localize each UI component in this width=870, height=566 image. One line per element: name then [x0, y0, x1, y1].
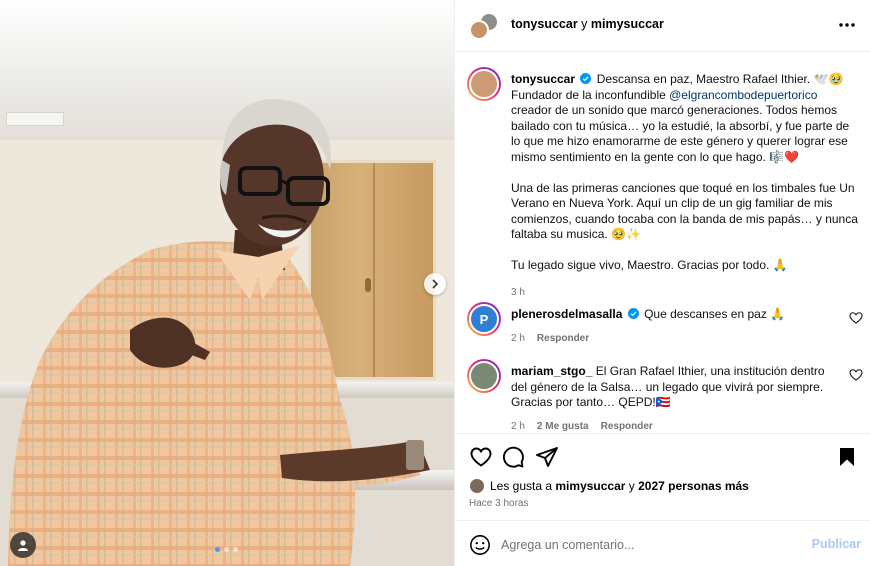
collab-avatars[interactable] [469, 12, 499, 42]
carousel-next-button[interactable] [424, 273, 446, 295]
carousel-dot [233, 547, 238, 552]
avatar[interactable]: P [467, 302, 501, 336]
likes-middle: y [625, 479, 639, 493]
mention-link[interactable]: @elgrancombodepuertorico [669, 88, 817, 102]
chevron-right-icon [432, 279, 439, 289]
emoji-icon[interactable] [469, 534, 491, 556]
add-comment-bar: Publicar [455, 520, 870, 566]
heart-icon[interactable] [849, 368, 863, 382]
post-header: tonysuccar y mimysuccar [455, 0, 870, 52]
carousel-indicator [215, 547, 238, 552]
reply-button[interactable]: Responder [601, 419, 653, 434]
author-connector: y [577, 17, 591, 31]
caption-paragraph3: Tu legado sigue vivo, Maestro. Gracias p… [511, 258, 788, 272]
avatar[interactable] [469, 20, 489, 40]
likes-count[interactable]: 2027 personas más [638, 479, 749, 493]
reply-button[interactable]: Responder [537, 331, 589, 347]
post-photo[interactable] [0, 0, 454, 566]
caption-username[interactable]: tonysuccar [511, 72, 575, 86]
bookmark-icon[interactable] [835, 445, 859, 469]
user-tag-icon [18, 540, 28, 551]
comment-input[interactable] [501, 534, 801, 556]
comment-username[interactable]: mariam_stgo_ [511, 364, 592, 378]
post-authors: tonysuccar y mimysuccar [511, 17, 664, 31]
tagged-users-button[interactable] [10, 532, 36, 558]
comment-time: 2 h [511, 332, 525, 344]
heart-icon[interactable] [849, 311, 863, 325]
caption-timestamp: 3 h [511, 287, 525, 298]
photo-person-illustration [8, 99, 430, 566]
comment-text: Que descanses en paz 🙏 [644, 307, 786, 321]
avatar [469, 478, 485, 494]
post-actions [455, 433, 870, 477]
avatar[interactable] [467, 67, 501, 101]
caption-paragraph2: Una de las primeras canciones que toqué … [511, 180, 858, 242]
author-username[interactable]: mimysuccar [591, 17, 664, 31]
carousel-dot [224, 547, 229, 552]
comment-icon[interactable] [501, 445, 525, 469]
heart-icon[interactable] [469, 445, 493, 469]
avatar[interactable] [467, 359, 501, 393]
likes-summary[interactable]: Les gusta a mimysuccar y 2027 personas m… [469, 478, 749, 494]
comment-username[interactable]: plenerosdelmasalla [511, 307, 622, 321]
post-sidebar: tonysuccar y mimysuccar tonysuccar Desca… [454, 0, 870, 566]
share-icon[interactable] [535, 445, 559, 469]
carousel-dot-active [215, 547, 220, 552]
post-caption: tonysuccar Descansa en paz, Maestro Rafa… [511, 72, 861, 301]
post-timestamp: Hace 3 horas [469, 498, 529, 509]
verified-badge-icon [580, 73, 592, 84]
author-username[interactable]: tonysuccar [511, 17, 578, 31]
comments-section[interactable]: tonysuccar Descansa en paz, Maestro Rafa… [455, 52, 870, 433]
publish-button[interactable]: Publicar [812, 537, 861, 551]
verified-badge-icon [627, 308, 639, 319]
caption-line2-post: creador de un sonido que marcó generacio… [511, 103, 850, 164]
comment-likes-count[interactable]: 2 Me gusta [537, 419, 589, 434]
likes-user[interactable]: mimysuccar [555, 479, 625, 493]
likes-prefix: Les gusta a [490, 479, 556, 493]
caption-line2-pre: Fundador de la inconfundible [511, 87, 670, 102]
more-options-icon [839, 23, 855, 27]
comment-time: 2 h [511, 420, 525, 432]
more-options-button[interactable] [835, 13, 859, 37]
caption-line1: Descansa en paz, Maestro Rafael Ithier. … [596, 72, 844, 86]
